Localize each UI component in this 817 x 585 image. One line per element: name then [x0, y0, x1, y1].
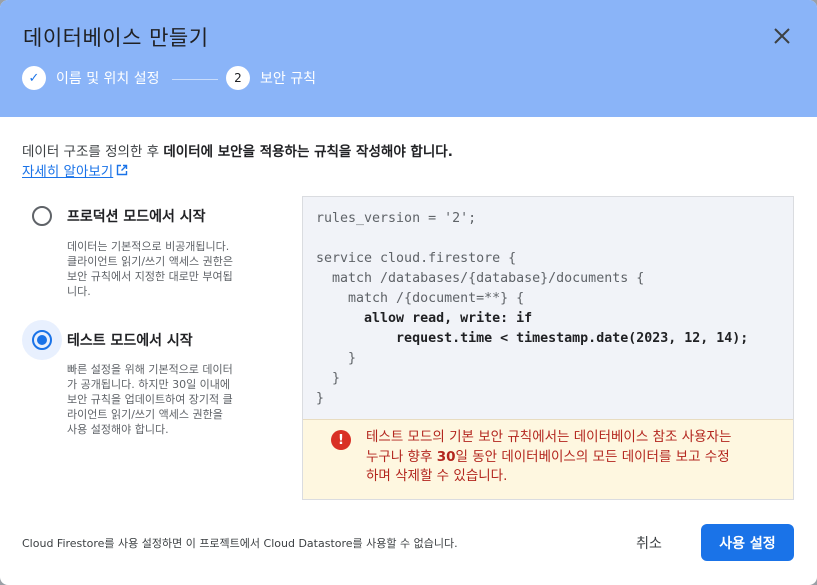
- step-label: 이름 및 위치 설정: [56, 71, 160, 87]
- warning-text: 테스트 모드의 기본 보안 규칙에서는 데이터베이스 참조 사용자는 누구나 향…: [366, 429, 732, 484]
- enable-button[interactable]: 사용 설정: [701, 524, 794, 561]
- cancel-button[interactable]: 취소: [622, 527, 676, 559]
- test-mode-label[interactable]: 테스트 모드에서 시작: [67, 330, 193, 350]
- test-mode-radio[interactable]: [22, 320, 62, 360]
- close-icon: [774, 28, 790, 44]
- dialog-header: 데이터베이스 만들기 ✓ 이름 및 위치 설정 2 보안 규칙: [0, 0, 817, 117]
- step-name-location: ✓ 이름 및 위치 설정: [22, 66, 160, 90]
- production-mode-radio[interactable]: [22, 196, 62, 236]
- test-mode-description: 빠른 설정을 위해 기본적으로 데이터 가 공개됩니다. 하지만 30일 이내에…: [67, 363, 233, 436]
- production-mode-label[interactable]: 프로덕션 모드에서 시작: [67, 206, 206, 226]
- step-connector: [172, 79, 218, 80]
- rules-code: rules_version = '2'; service cloud.fires…: [316, 211, 749, 406]
- create-database-dialog: 데이터베이스 만들기 ✓ 이름 및 위치 설정 2 보안 규칙 데이터 구조를 …: [0, 0, 817, 585]
- check-icon: ✓: [22, 66, 46, 90]
- open-in-new-icon: [117, 164, 128, 176]
- production-mode-description: 데이터는 기본적으로 비공개됩니다. 클라이언트 읽기/쓰기 액세스 권한은 보…: [67, 240, 233, 298]
- radio-checked-icon: [32, 330, 52, 350]
- learn-more-link[interactable]: 자세히 알아보기: [22, 160, 128, 180]
- step-security-rules: 2 보안 규칙: [226, 66, 316, 90]
- intro-text: 데이터 구조를 정의한 후 데이터에 보안을 적용하는 규칙을 작성해야 합니다…: [22, 144, 453, 160]
- step-number: 2: [226, 66, 250, 90]
- error-icon: !: [331, 430, 351, 450]
- test-mode-warning: ! 테스트 모드의 기본 보안 규칙에서는 데이터베이스 참조 사용자는 누구나…: [303, 419, 793, 499]
- dialog-title: 데이터베이스 만들기: [23, 26, 209, 50]
- radio-unchecked-icon: [32, 206, 52, 226]
- footer-note: Cloud Firestore를 사용 설정하면 이 프로젝트에서 Cloud …: [22, 537, 458, 550]
- step-label: 보안 규칙: [260, 71, 316, 87]
- close-button[interactable]: [768, 22, 796, 50]
- security-rules-preview: rules_version = '2'; service cloud.fires…: [302, 196, 794, 500]
